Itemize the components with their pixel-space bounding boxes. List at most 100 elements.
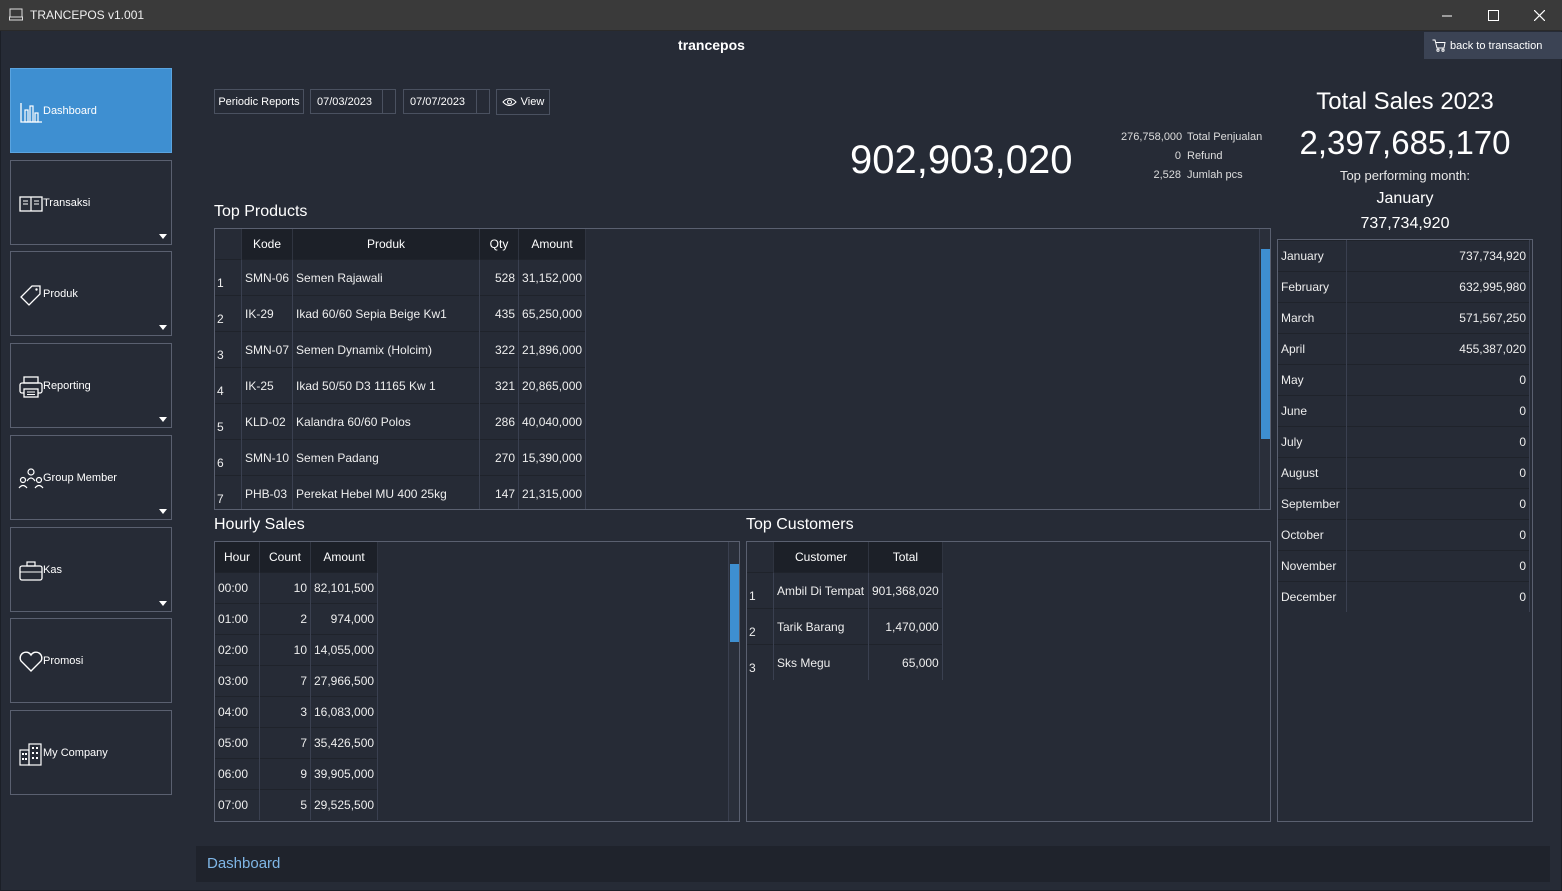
hour-count: 3 xyxy=(259,696,311,728)
product-amount: 31,152,000 xyxy=(518,259,587,296)
table-row[interactable]: 3 SMN-07 Semen Dynamix (Holcim) 322 21,896,0… xyxy=(215,331,587,368)
table-row[interactable]: October 0 xyxy=(1278,519,1530,551)
row-number: 6 xyxy=(215,439,242,476)
column-header[interactable]: Count xyxy=(259,542,311,573)
sidebar-item-dashboard[interactable]: Dashboard xyxy=(10,68,172,153)
sidebar-item-my-company[interactable]: My Company xyxy=(10,710,172,795)
table-row[interactable]: August 0 xyxy=(1278,457,1530,489)
hourly-sales-grid[interactable]: Hour Count Amount 00:00 10 82,101,500 01:00… xyxy=(214,541,740,822)
table-row[interactable]: 05:00 7 35,426,500 xyxy=(215,727,379,759)
month-name: September xyxy=(1278,488,1347,520)
table-row[interactable]: 6 SMN-10 Semen Padang 270 15,390,000 xyxy=(215,439,587,476)
month-name: August xyxy=(1278,457,1347,489)
month-amount: 0 xyxy=(1346,581,1530,612)
table-row[interactable]: June 0 xyxy=(1278,395,1530,427)
top-products-scrollbar[interactable] xyxy=(1259,229,1270,509)
month-amount: 0 xyxy=(1346,488,1530,520)
top-products-title: Top Products xyxy=(214,203,308,220)
top-products-grid[interactable]: Kode Produk Qty Amount 1 SMN-06 Semen Raja… xyxy=(214,228,1271,510)
monthly-sales-grid[interactable]: January 737,734,920 February 632,995,980 Mar… xyxy=(1277,239,1533,822)
table-row[interactable]: 3 Sks Megu 65,000 xyxy=(747,644,943,680)
table-row[interactable]: 04:00 3 16,083,000 xyxy=(215,696,379,728)
table-row[interactable]: 00:00 10 82,101,500 xyxy=(215,572,379,604)
chevron-down-icon xyxy=(159,325,167,330)
period-total-value: 902,903,020 xyxy=(850,138,1073,182)
table-row[interactable]: 07:00 5 29,525,500 xyxy=(215,789,379,820)
table-row[interactable]: January 737,734,920 xyxy=(1278,240,1530,272)
table-row[interactable]: September 0 xyxy=(1278,488,1530,520)
column-header[interactable]: Customer xyxy=(773,542,869,573)
report-type-select[interactable]: Periodic Reports xyxy=(214,89,304,114)
table-row[interactable]: 06:00 9 39,905,000 xyxy=(215,758,379,790)
table-row[interactable]: May 0 xyxy=(1278,364,1530,396)
table-row[interactable]: 01:00 2 974,000 xyxy=(215,603,379,635)
hour-count: 7 xyxy=(259,727,311,759)
back-to-transaction-button[interactable]: back to transaction xyxy=(1424,32,1562,59)
close-button[interactable] xyxy=(1516,0,1562,31)
chevron-down-icon xyxy=(159,417,167,422)
table-row[interactable]: April 455,387,020 xyxy=(1278,333,1530,365)
sidebar-item-promosi[interactable]: Promosi xyxy=(10,618,172,703)
table-row[interactable]: November 0 xyxy=(1278,550,1530,582)
sidebar-item-produk[interactable]: Produk xyxy=(10,251,172,336)
product-amount: 65,250,000 xyxy=(518,295,587,332)
total-sales-value: 2,397,685,170 xyxy=(1299,124,1511,161)
table-row[interactable]: February 632,995,980 xyxy=(1278,271,1530,303)
column-header[interactable]: Total xyxy=(868,542,943,573)
date-from-value: 07/03/2023 xyxy=(317,95,373,108)
table-row[interactable]: 2 IK-29 Ikad 60/60 Sepia Beige Kw1 435 65,25… xyxy=(215,295,587,332)
column-header[interactable]: Hour xyxy=(215,542,260,573)
product-code: IK-25 xyxy=(241,367,294,404)
column-header[interactable]: Kode xyxy=(241,229,294,260)
column-header[interactable]: Amount xyxy=(518,229,587,260)
sidebar-item-group-member[interactable]: Group Member xyxy=(10,435,172,520)
column-header[interactable]: Qty xyxy=(479,229,520,260)
table-row[interactable]: July 0 xyxy=(1278,426,1530,458)
table-row[interactable]: 1 SMN-06 Semen Rajawali 528 31,152,000 xyxy=(215,259,587,296)
column-header[interactable]: Amount xyxy=(310,542,379,573)
sidebar-item-label: My Company xyxy=(43,747,108,759)
date-to-spinner[interactable] xyxy=(476,90,489,113)
minimize-button[interactable] xyxy=(1424,0,1470,31)
product-amount: 21,896,000 xyxy=(518,331,587,368)
minimize-icon xyxy=(1442,15,1452,16)
sidebar-item-kas[interactable]: Kas xyxy=(10,527,172,612)
table-row[interactable]: 2 Tarik Barang 1,470,000 xyxy=(747,608,943,645)
month-name: February xyxy=(1278,271,1347,303)
date-from-picker[interactable]: 07/03/2023 xyxy=(310,89,396,114)
row-number: 1 xyxy=(747,572,774,609)
view-button[interactable]: View xyxy=(496,89,550,115)
table-row[interactable]: 1 Ambil Di Tempat 901,368,020 xyxy=(747,572,943,609)
table-row[interactable]: 5 KLD-02 Kalandra 60/60 Polos 286 40,040,000 xyxy=(215,403,587,440)
month-amount: 737,734,920 xyxy=(1346,240,1530,272)
hour-amount: 14,055,000 xyxy=(310,634,379,666)
table-row[interactable]: 02:00 10 14,055,000 xyxy=(215,634,379,666)
table-row[interactable]: 7 PHB-03 Perekat Hebel MU 400 25kg 147 21,31… xyxy=(215,475,587,509)
product-qty: 528 xyxy=(479,259,520,296)
customer-total: 65,000 xyxy=(868,644,943,680)
hour-value: 04:00 xyxy=(215,696,260,728)
scrollbar-thumb[interactable] xyxy=(1261,249,1270,439)
scrollbar-thumb[interactable] xyxy=(730,564,739,642)
sidebar-item-transaksi[interactable]: Transaksi xyxy=(10,160,172,245)
hour-value: 00:00 xyxy=(215,572,260,604)
date-from-spinner[interactable] xyxy=(382,90,395,113)
cart-icon xyxy=(1432,39,1446,52)
hourly-sales-scrollbar[interactable] xyxy=(728,542,739,821)
date-to-picker[interactable]: 07/07/2023 xyxy=(403,89,490,114)
sidebar-item-label: Promosi xyxy=(43,655,84,667)
view-button-label: View xyxy=(520,96,545,108)
table-row[interactable]: 4 IK-25 Ikad 50/50 D3 11165 Kw 1 321 20,865,… xyxy=(215,367,587,404)
table-row[interactable]: March 571,567,250 xyxy=(1278,302,1530,334)
sidebar-item-label: Produk xyxy=(43,288,78,300)
table-row[interactable]: December 0 xyxy=(1278,581,1530,612)
column-header[interactable]: Produk xyxy=(292,229,481,260)
month-name: July xyxy=(1278,426,1347,458)
sidebar-item-reporting[interactable]: Reporting xyxy=(10,343,172,428)
table-row[interactable]: 03:00 7 27,966,500 xyxy=(215,665,379,697)
top-customers-table: Customer Total 1 Ambil Di Tempat 901,368,0… xyxy=(747,542,943,680)
product-name: Semen Rajawali xyxy=(292,259,481,296)
hour-value: 01:00 xyxy=(215,603,260,635)
top-customers-grid[interactable]: Customer Total 1 Ambil Di Tempat 901,368,0… xyxy=(746,541,1271,822)
maximize-button[interactable] xyxy=(1470,0,1516,31)
